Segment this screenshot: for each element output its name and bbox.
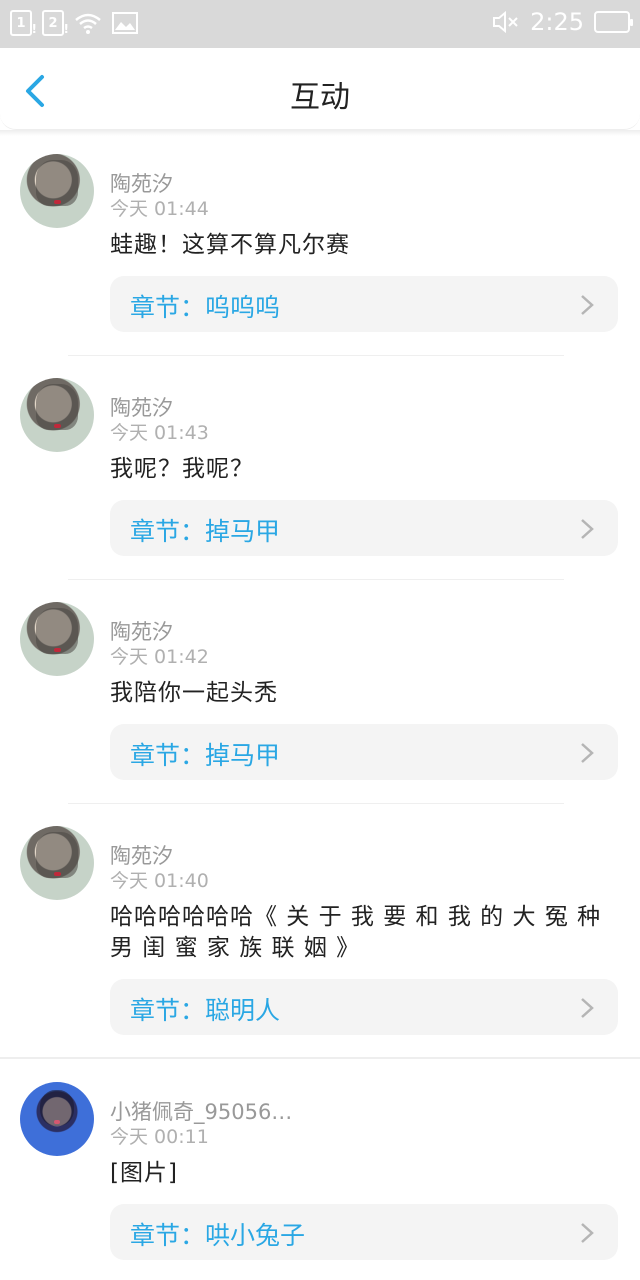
app-header: 互动: [0, 48, 640, 130]
timestamp: 今天 01:43: [110, 422, 209, 444]
timestamp: 今天 01:44: [110, 198, 209, 220]
divider: [68, 579, 564, 580]
divider: [0, 1057, 640, 1059]
chapter-label: 章节：呜呜呜: [130, 293, 281, 322]
avatar[interactable]: [20, 826, 94, 900]
comment-text: 哈哈哈哈哈哈《 关 于 我 要 和 我 的 大 冤 种 男 闺 蜜 家 族 联 …: [110, 904, 602, 961]
timestamp: 今天 01:40: [110, 870, 209, 892]
chapter-label: 章节：聪明人: [130, 996, 281, 1025]
chapter-label: 章节：掉马甲: [130, 741, 281, 770]
chevron-right-icon: [581, 998, 594, 1018]
status-bar: 1 2 2:25: [0, 0, 640, 48]
chevron-right-icon: [581, 743, 594, 763]
avatar[interactable]: [20, 1082, 94, 1156]
avatar[interactable]: [20, 154, 94, 228]
divider: [68, 803, 564, 804]
chapter-label: 章节：掉马甲: [130, 517, 281, 546]
wifi-icon: [75, 13, 101, 34]
chapter-label: 章节：哄小兔子: [130, 1221, 306, 1250]
clock: 2:25: [530, 8, 584, 36]
comment-text: 蛙趣！这算不算凡尔赛: [110, 232, 350, 258]
chapter-link[interactable]: 章节：聪明人: [110, 979, 618, 1035]
battery-icon: [594, 11, 633, 33]
chevron-right-icon: [581, 1223, 594, 1243]
chevron-right-icon: [581, 295, 594, 315]
comment-text: [图片]: [110, 1160, 178, 1186]
speaker-mute-icon: [493, 10, 518, 34]
sim1-icon: 1: [10, 10, 37, 36]
sim2-icon: 2: [42, 10, 69, 36]
timestamp: 今天 00:11: [110, 1126, 209, 1148]
chapter-link[interactable]: 章节：掉马甲: [110, 500, 618, 556]
avatar[interactable]: [20, 378, 94, 452]
avatar[interactable]: [20, 602, 94, 676]
page-title: 互动: [290, 80, 350, 115]
timestamp: 今天 01:42: [110, 646, 209, 668]
divider: [68, 355, 564, 356]
image-icon: [112, 12, 138, 34]
chevron-right-icon: [581, 519, 594, 539]
chapter-link[interactable]: 章节：哄小兔子: [110, 1204, 618, 1260]
chapter-link[interactable]: 章节：掉马甲: [110, 724, 618, 780]
comment-text: 我陪你一起头秃: [110, 680, 278, 706]
comment-text: 我呢？我呢？: [110, 456, 254, 482]
chapter-link[interactable]: 章节：呜呜呜: [110, 276, 618, 332]
